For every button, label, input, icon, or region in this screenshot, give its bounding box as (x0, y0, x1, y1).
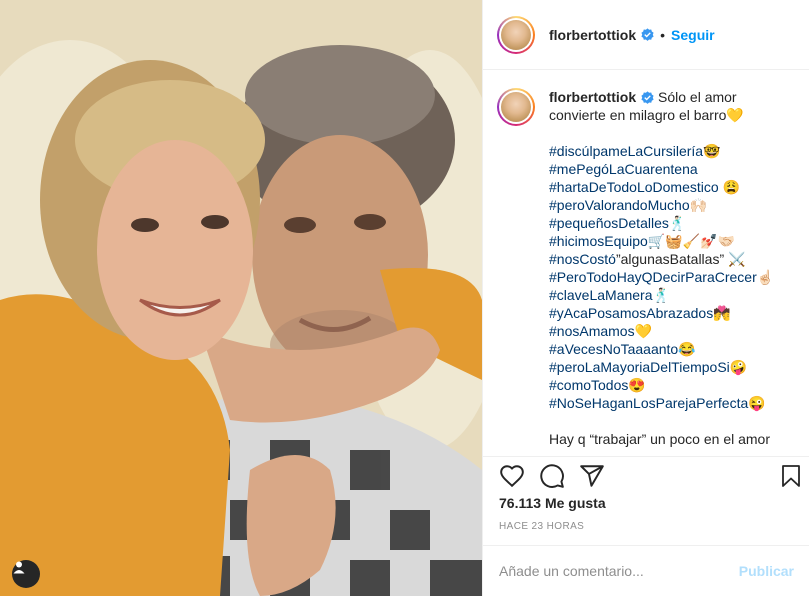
hashtag-emoji: ”algunasBatallas” ⚔️ (615, 251, 746, 267)
hashtag-line: #yAcaPosamosAbrazados💏 (549, 304, 796, 322)
comment-input[interactable] (499, 563, 739, 579)
caption-area: florbertottiok Sólo el amor convierte en… (483, 70, 809, 456)
heart-icon[interactable] (499, 463, 525, 489)
hashtag-link[interactable]: #mePegóLaCuarentena (549, 161, 698, 177)
hashtag-emoji: 🕺🏻 (652, 287, 670, 303)
hashtag-link[interactable]: #aVecesNoTaaaanto (549, 341, 678, 357)
bookmark-icon[interactable] (779, 463, 803, 489)
hashtag-line: #discúlpameLaCursilería🤓 (549, 142, 796, 160)
hashtag-line: #PeroTodoHayQDecirParaCrecer☝🏻 (549, 268, 796, 286)
post-side-panel: florbertottiok • Seguir florbertottiok S… (482, 0, 809, 596)
likes-count[interactable]: 76.113 Me gusta (499, 495, 606, 511)
comment-form: Publicar (483, 545, 809, 596)
hashtag-line: #nosCostó”algunasBatallas” ⚔️ (549, 250, 796, 268)
hashtag-link[interactable]: #comoTodos (549, 377, 628, 393)
hashtag-line: #NoSeHaganLosParejaPerfecta😜 (549, 394, 796, 412)
user-tag-icon[interactable] (12, 560, 40, 588)
photo-illustration (0, 0, 482, 596)
hashtag-link[interactable]: #PeroTodoHayQDecirParaCrecer (549, 269, 757, 285)
caption-username[interactable]: florbertottiok (549, 89, 636, 105)
hashtag-link[interactable]: #peroValorandoMucho (549, 197, 690, 213)
hashtag-emoji: 😜 (748, 395, 766, 411)
hashtag-emoji: 🙌🏻 (689, 197, 708, 213)
comment-icon[interactable] (539, 463, 565, 489)
avatar[interactable] (497, 15, 535, 54)
hashtag-emoji: 🤓 (703, 143, 721, 159)
hashtag-link[interactable]: #nosCostó (549, 251, 616, 267)
hashtag-emoji: 😍 (628, 377, 646, 393)
verified-badge-icon (641, 91, 654, 104)
hashtag-list: #discúlpameLaCursilería🤓 #mePegóLaCuaren… (549, 142, 796, 412)
hashtag-link[interactable]: #nosAmamos (549, 323, 635, 339)
hashtag-emoji: 😂 (678, 341, 696, 357)
post-header: florbertottiok • Seguir (483, 0, 809, 70)
hashtag-line: #peroValorandoMucho🙌🏻 (549, 196, 796, 214)
hashtag-link[interactable]: #peroLaMayoriaDelTiempoSi (549, 359, 730, 375)
hashtag-line: #aVecesNoTaaaanto😂 (549, 340, 796, 358)
hashtag-emoji: 💛 (634, 323, 653, 339)
post-caption: florbertottiok Sólo el amor convierte en… (549, 88, 796, 456)
hashtag-line: #mePegóLaCuarentena (549, 160, 796, 178)
hashtag-emoji: 🕺🏻 (668, 215, 687, 231)
hashtag-link[interactable]: #hicimosEquipo (549, 233, 648, 249)
person-glyph (13, 561, 25, 574)
hashtag-emoji: 💏 (713, 305, 731, 321)
publish-button[interactable]: Publicar (739, 563, 794, 579)
share-icon[interactable] (579, 463, 605, 489)
hashtag-link[interactable]: #claveLaManera (549, 287, 653, 303)
hashtag-emoji: 😩 (718, 179, 740, 195)
hashtag-link[interactable]: #hartaDeTodoLoDomestico (549, 179, 719, 195)
hashtag-line: #nosAmamos💛 (549, 322, 796, 340)
post-timestamp[interactable]: HACE 23 HORAS (499, 521, 584, 532)
caption-continuation: Hay q “trabajar” un poco en el amor (549, 431, 770, 447)
action-bar (483, 456, 809, 494)
follow-button[interactable]: Seguir (671, 27, 715, 43)
hashtag-line: #peroLaMayoriaDelTiempoSi🤪 (549, 358, 796, 376)
hashtag-emoji: ☝🏻 (756, 269, 775, 285)
hashtag-line: #claveLaManera🕺🏻 (549, 286, 796, 304)
separator-dot: • (660, 26, 666, 43)
hashtag-link[interactable]: #discúlpameLaCursilería (549, 143, 703, 159)
verified-badge-icon (641, 28, 654, 41)
hashtag-link[interactable]: #yAcaPosamosAbrazados (549, 305, 713, 321)
hashtag-emoji: 🛒🧺🧹💅🏻🤝🏻 (647, 233, 736, 249)
hashtag-link[interactable]: #pequeñosDetalles (549, 215, 669, 231)
hashtag-line: #hartaDeTodoLoDomestico 😩 (549, 178, 796, 196)
hashtag-line: #comoTodos😍 (549, 376, 796, 394)
post-photo[interactable] (0, 0, 482, 596)
hashtag-emoji: 🤪 (729, 359, 748, 375)
hashtag-line: #pequeñosDetalles🕺🏻 (549, 214, 796, 232)
hashtag-link[interactable]: #NoSeHaganLosParejaPerfecta (549, 395, 748, 411)
caption-avatar[interactable] (497, 88, 535, 126)
username-link[interactable]: florbertottiok (549, 27, 636, 43)
hashtag-line: #hicimosEquipo🛒🧺🧹💅🏻🤝🏻 (549, 232, 796, 250)
